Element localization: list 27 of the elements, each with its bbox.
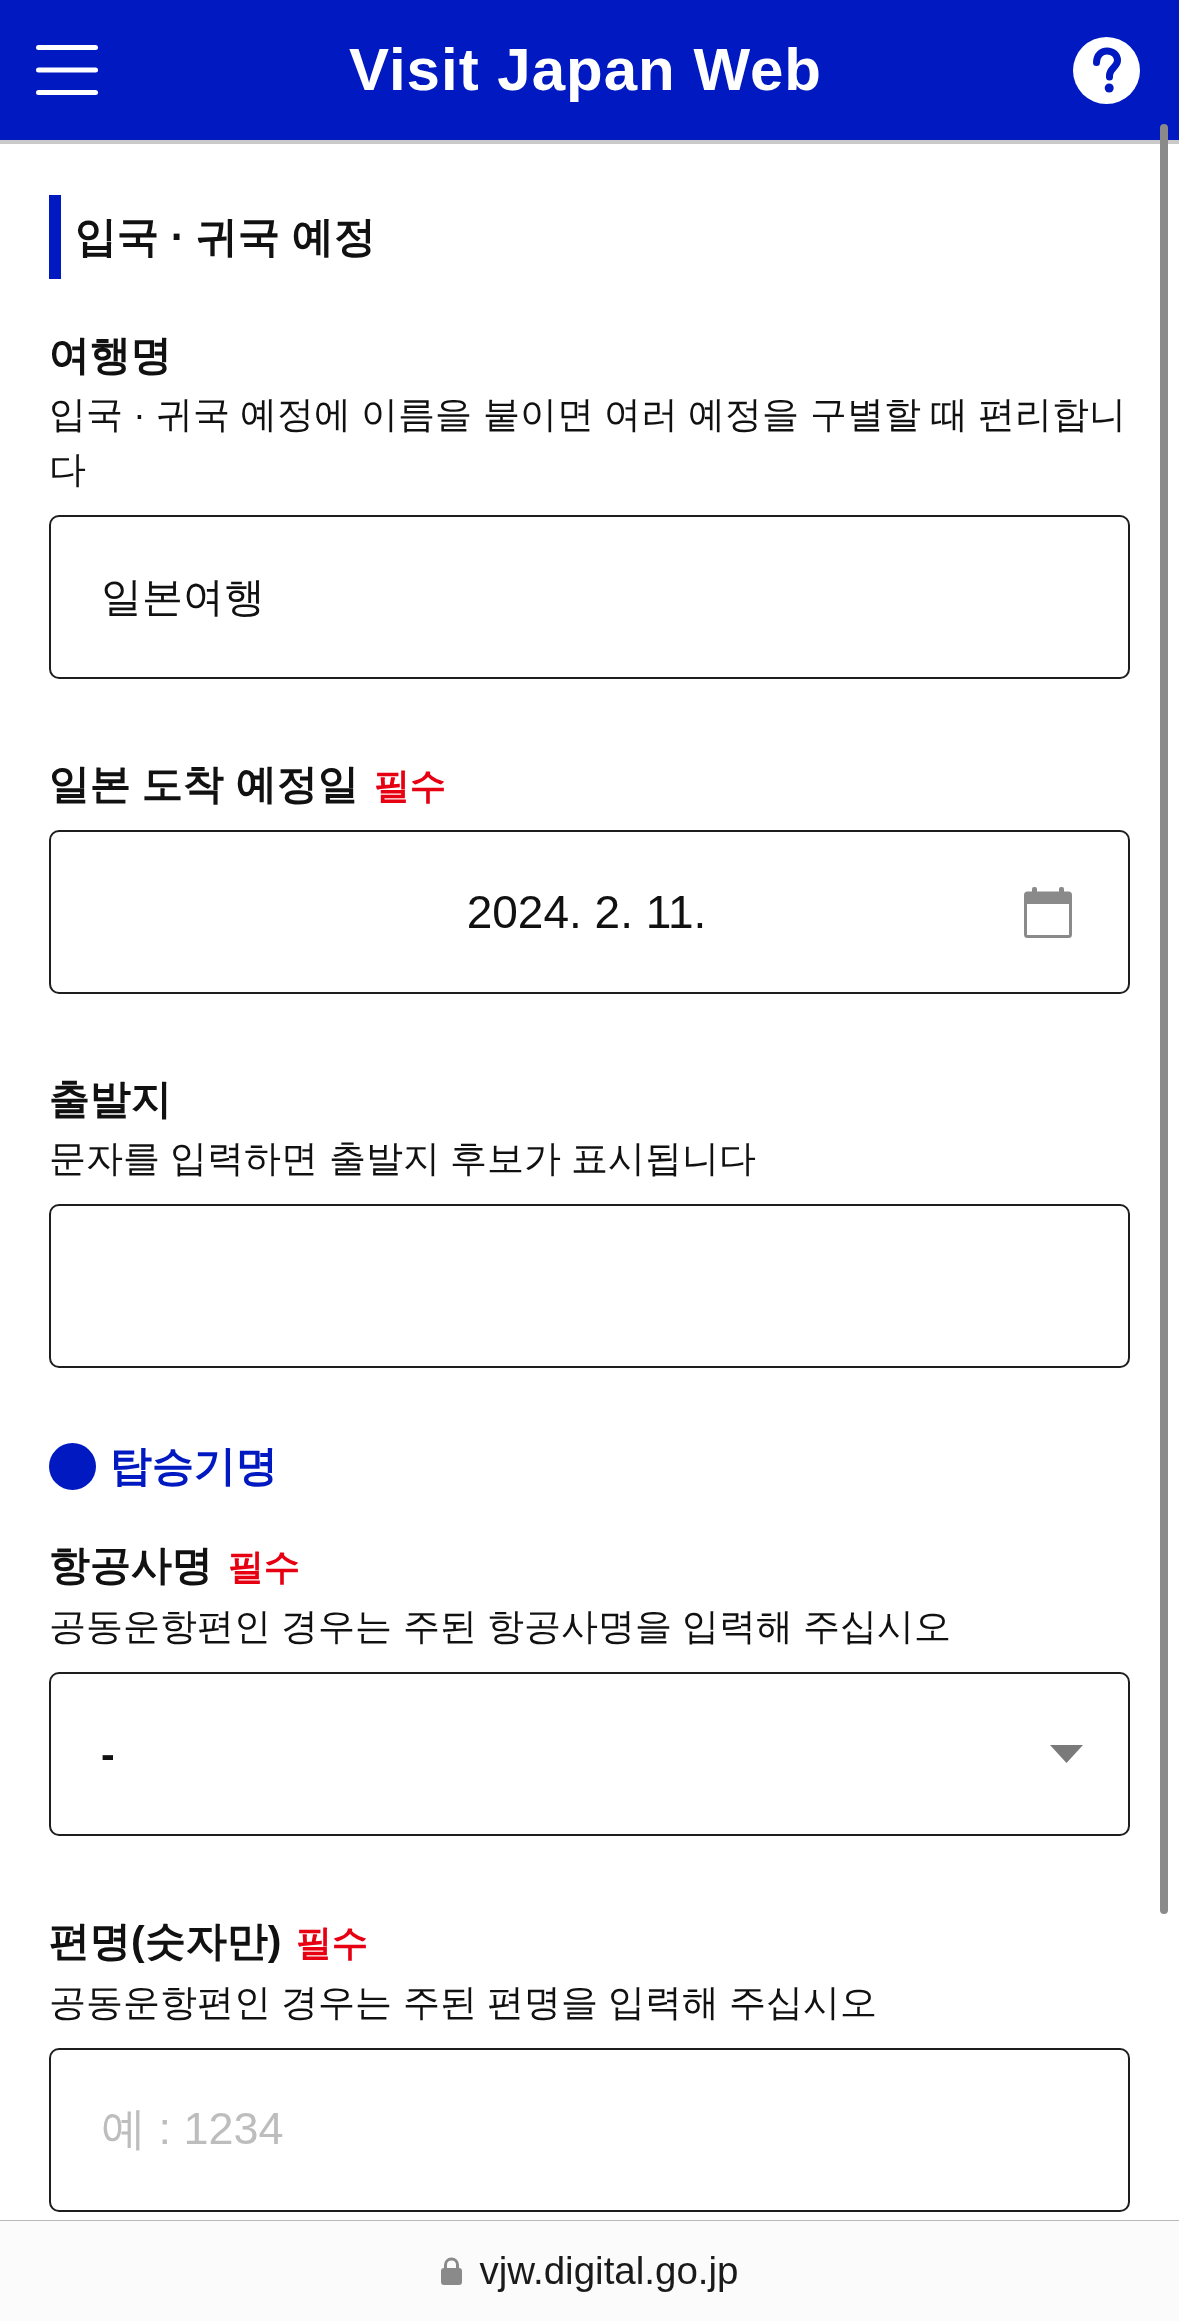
help-icon[interactable]: [1073, 36, 1140, 104]
calendar-icon: [1024, 886, 1072, 938]
menu-icon[interactable]: [36, 45, 98, 95]
caret-icon: [1050, 1745, 1083, 1763]
field-label: 항공사명: [49, 1541, 213, 1590]
site-title: Visit Japan Web: [349, 35, 822, 105]
bullet-dot-icon: [49, 1442, 96, 1490]
field-hint: 공동운항편인 경우는 주된 편명을 입력해 주십시오: [49, 1981, 879, 2025]
required-text: 필수: [228, 1545, 300, 1589]
required-text: 필수: [296, 1921, 369, 1965]
url-text[interactable]: vjw.digital.go.jp: [479, 2248, 739, 2294]
field-hint: 문자를 입력하면 출발지 후보가 표시됩니다: [49, 1137, 758, 1181]
field-hint: 공동운항편인 경우는 주된 항공사명을 입력해 주십시오: [49, 1605, 953, 1649]
airline-select[interactable]: -: [49, 1672, 1130, 1836]
field-label: 편명(숫자만): [49, 1917, 282, 1966]
field-label: 여행명: [49, 331, 172, 380]
text-field[interactable]: [49, 1204, 1130, 1368]
field-hint: 입국 · 귀국 예정에 이름을 붙이면 여러 예정을 구별할 때 편리합니다: [49, 393, 1128, 492]
field-label: 일본 도착 예정일: [49, 760, 359, 809]
required-text: 필수: [373, 764, 446, 808]
text-field[interactable]: 예 : 1234: [49, 2048, 1130, 2212]
lock-icon: [440, 2257, 462, 2285]
text-field[interactable]: 일본여행: [49, 515, 1130, 679]
field-label: 출발지: [49, 1075, 172, 1124]
group-heading: 탑승기명: [110, 1441, 278, 1491]
section-title: 입국 · 귀국 예정: [49, 195, 376, 279]
date-field[interactable]: 2024. 2. 11.: [49, 830, 1130, 994]
